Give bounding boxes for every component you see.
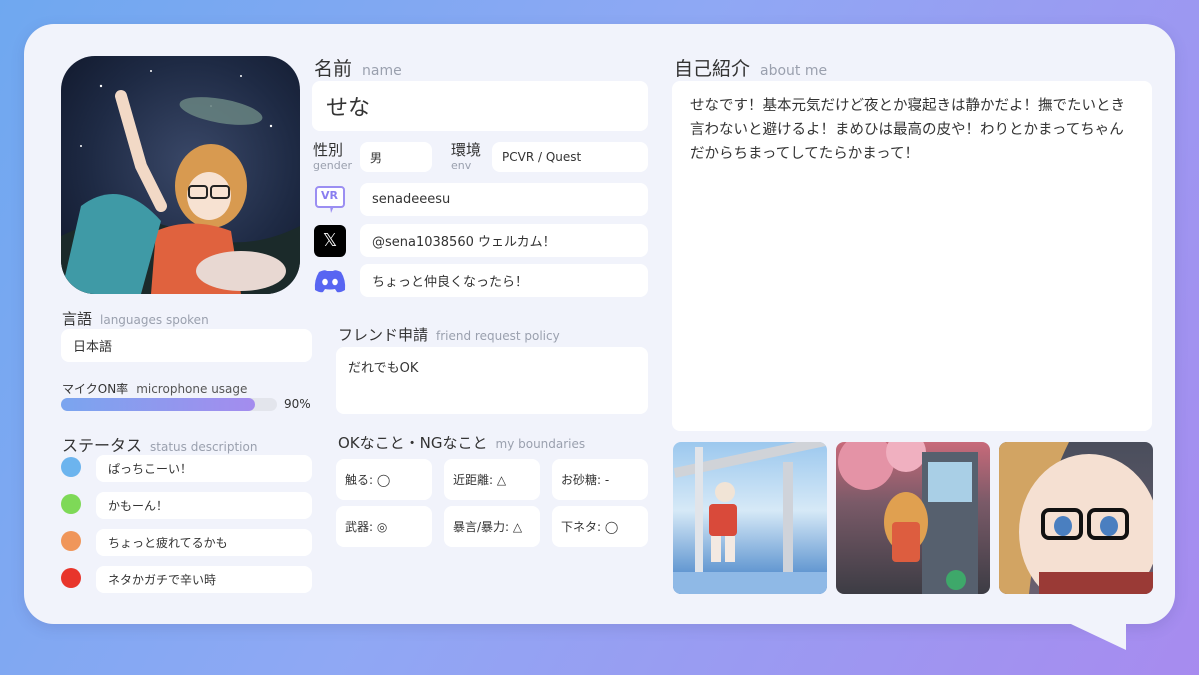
boundaries-label: OKなこと・NGなこと my boundaries [338,432,585,453]
name-value: せな [326,96,371,121]
discord-value: ちょっと仲良くなったら！ [372,275,529,290]
friend-request-label: フレンド申請 friend request policy [338,324,560,345]
vrchat-icon-text: VR [321,189,338,202]
boundary-item: 武器: ◎ [336,506,432,547]
gender-label-jp: 性別 [313,141,344,159]
status-item-text: ネタかガチで辛い時 [108,573,217,587]
status-color-dot [61,531,81,551]
status-item-text: ぱっちこーい！ [108,462,193,476]
mic-usage-bar [61,398,277,411]
languages-label-jp: 言語 [62,310,93,328]
mic-label-en: microphone usage [136,382,248,396]
status-item: かもーん！ [96,492,312,519]
mic-label-jp: マイクON率 [62,382,129,396]
vrchat-field: senadeeesu [360,183,648,216]
boundary-item-text: 暴言/暴力: △ [453,520,523,534]
boundary-item-text: 近距離: △ [453,473,507,487]
status-color-dot [61,494,81,514]
name-label-en: name [362,63,402,79]
gallery-photo-1 [673,442,827,594]
x-logo-glyph: 𝕏 [322,230,338,251]
boundary-item: 近距離: △ [444,459,540,500]
boundary-item-text: 触る: ◯ [345,473,391,487]
status-label-jp: ステータス [62,436,143,455]
env-value: PCVR / Quest [502,150,582,164]
env-label-en: env [451,159,472,172]
status-item-text: かもーん！ [108,499,169,513]
avatar-photo [61,56,300,294]
languages-label: 言語 languages spoken [62,308,209,329]
status-item-text: ちょっと疲れてるかも [108,536,228,550]
discord-icon [313,268,347,294]
vrchat-icon: VR [314,184,346,216]
name-field: せな [312,81,648,131]
about-label: 自己紹介 about me [674,54,827,81]
env-field: PCVR / Quest [492,142,648,172]
mic-usage-value: 90% [284,397,311,411]
status-color-dot [61,568,81,588]
about-field: せなです！基本元気だけど夜とか寝起きは静かだよ！撫でたいとき言わないと避けるよ！… [672,81,1152,431]
status-label: ステータス status description [62,432,257,456]
friend-request-field: だれでもOK [336,347,648,414]
boundary-item-text: 下ネタ: ◯ [561,520,619,534]
boundary-item: 触る: ◯ [336,459,432,500]
boundary-item-text: お砂糖: - [561,473,610,487]
boundaries-label-jp: OKなこと・NGなこと [338,434,488,452]
gender-label: 性別 gender [313,141,352,172]
languages-label-en: languages spoken [100,313,209,327]
status-color-dot [61,457,81,477]
friend-request-label-en: friend request policy [436,329,560,343]
name-label-jp: 名前 [314,58,353,80]
name-label: 名前 name [314,54,402,81]
gallery-photo-3 [999,442,1153,594]
status-item: ぱっちこーい！ [96,455,312,482]
gender-label-en: gender [313,159,352,172]
gallery-photo-2 [836,442,990,594]
status-item: ちょっと疲れてるかも [96,529,312,556]
mic-usage-fill [61,398,256,411]
discord-field: ちょっと仲良くなったら！ [360,264,648,297]
languages-field: 日本語 [61,329,312,362]
x-logo-icon: 𝕏 [314,225,346,257]
about-text: せなです！基本元気だけど夜とか寝起きは静かだよ！撫でたいとき言わないと避けるよ！… [690,98,1125,162]
gender-value: 男 [370,150,383,165]
env-label: 環境 env [451,141,482,172]
status-item: ネタかガチで辛い時 [96,566,312,593]
boundaries-label-en: my boundaries [495,437,586,451]
languages-value: 日本語 [73,340,113,355]
friend-request-label-jp: フレンド申請 [338,326,429,344]
x-field: @sena1038560 ウェルカム！ [360,224,648,257]
friend-request-value: だれでもOK [348,361,419,376]
gender-field: 男 [360,142,432,172]
about-label-jp: 自己紹介 [674,58,751,80]
status-label-en: status description [150,440,258,454]
mic-label: マイクON率 microphone usage [62,378,247,397]
about-label-en: about me [760,63,828,79]
boundary-item-text: 武器: ◎ [345,520,388,534]
env-label-jp: 環境 [451,141,482,159]
vrchat-value: senadeeesu [372,192,451,207]
boundary-item: お砂糖: - [552,459,648,500]
boundary-item: 下ネタ: ◯ [552,506,648,547]
x-value: @sena1038560 ウェルカム！ [372,235,556,250]
boundary-item: 暴言/暴力: △ [444,506,540,547]
